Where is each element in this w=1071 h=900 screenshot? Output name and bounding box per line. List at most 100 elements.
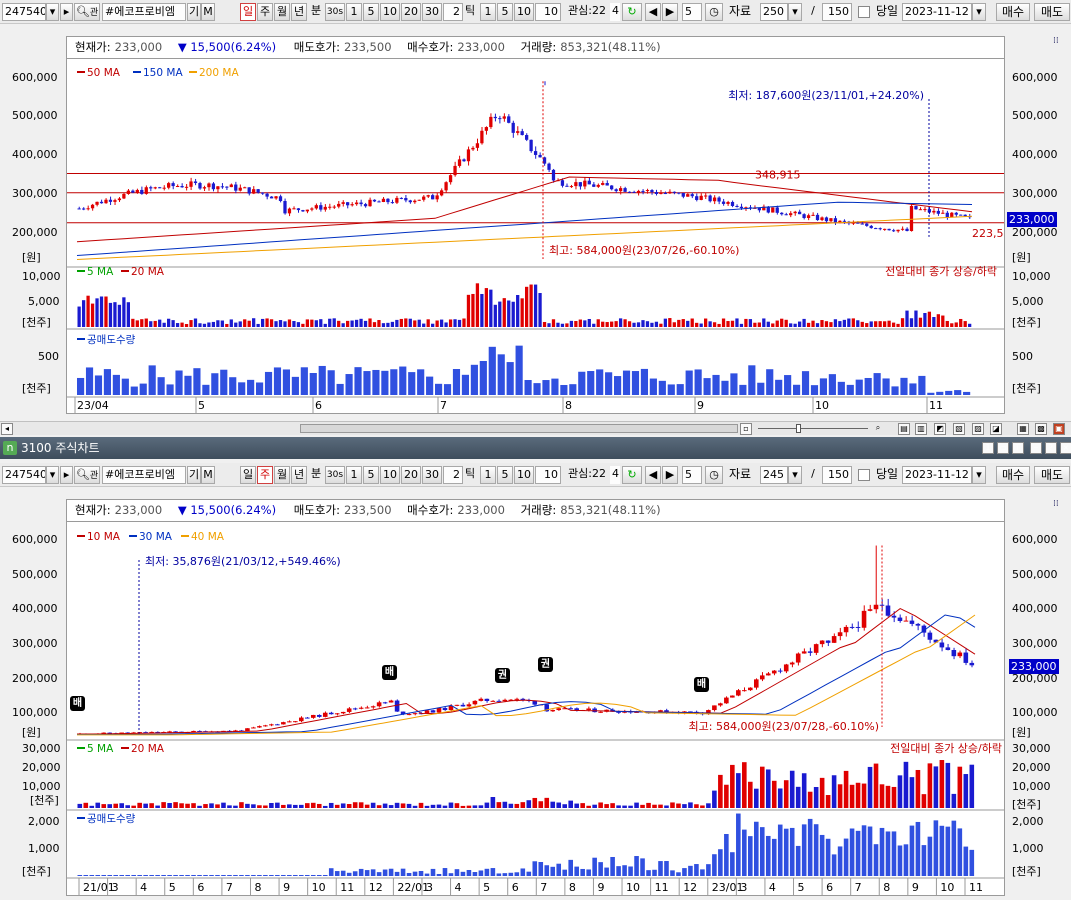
tick-10-button[interactable]: 10 bbox=[514, 3, 534, 21]
event-marker-2[interactable]: 배 bbox=[382, 665, 397, 680]
tool-icon-2[interactable]: ▥ bbox=[915, 423, 927, 435]
next-stock-icon[interactable]: ▸ bbox=[60, 3, 73, 21]
tool-icon-3[interactable]: ◩ bbox=[934, 423, 946, 435]
sell-button-2[interactable]: 매도 bbox=[1034, 466, 1070, 484]
search-icon[interactable]: 🔍︎관 bbox=[74, 3, 100, 21]
tick-custom-input[interactable]: 10 bbox=[535, 3, 561, 21]
tool-icon-1[interactable]: ▤ bbox=[898, 423, 910, 435]
stock-code-input-2[interactable]: 247540 bbox=[2, 466, 46, 484]
tick-1-button[interactable]: 1 bbox=[480, 3, 496, 21]
scroll-thumb[interactable] bbox=[300, 424, 738, 433]
step-input[interactable]: 5 bbox=[682, 3, 702, 21]
tick-1-button-2[interactable]: 1 bbox=[480, 466, 496, 484]
scroll-right-icon[interactable]: ▫ bbox=[740, 423, 752, 435]
prev-arrow-icon[interactable]: ◀ bbox=[645, 3, 661, 21]
stock-code-input[interactable]: 247540 bbox=[2, 3, 46, 21]
minute-20-button-2[interactable]: 20 bbox=[401, 466, 421, 484]
m-button[interactable]: M bbox=[201, 3, 215, 21]
m-button-2[interactable]: M bbox=[201, 466, 215, 484]
tool-icon-4[interactable]: ▧ bbox=[953, 423, 965, 435]
next-arrow-icon-2[interactable]: ▶ bbox=[662, 466, 678, 484]
period-week-tab-2[interactable]: 주 bbox=[257, 466, 273, 484]
zoom-icon[interactable]: ⌕ bbox=[872, 423, 884, 435]
data-count-select[interactable]: 250 bbox=[760, 3, 788, 21]
window-minimize-icon[interactable]: – bbox=[1030, 442, 1042, 454]
minute-value-2[interactable]: 30s bbox=[325, 466, 345, 484]
tick-custom-input-2[interactable]: 10 bbox=[535, 466, 561, 484]
stock-code-dropdown-icon-2[interactable]: ▾ bbox=[46, 466, 59, 484]
period-year-tab-2[interactable]: 년 bbox=[291, 466, 307, 484]
zoom-slider[interactable] bbox=[758, 428, 868, 429]
step-input-2[interactable]: 5 bbox=[682, 466, 702, 484]
clock-icon[interactable]: ◷ bbox=[705, 3, 723, 21]
period-day-tab-2[interactable]: 일 bbox=[240, 466, 256, 484]
top-chart-area[interactable]: 현재가: 233,000 ▼ 15,500(6.24%) 매도호가: 233,500… bbox=[66, 36, 1005, 414]
clock-icon-2[interactable]: ◷ bbox=[705, 466, 723, 484]
minute-30-button-2[interactable]: 30 bbox=[422, 466, 442, 484]
period-day-tab[interactable]: 일 bbox=[240, 3, 256, 21]
next-arrow-icon[interactable]: ▶ bbox=[662, 3, 678, 21]
tick-5-button-2[interactable]: 5 bbox=[497, 466, 513, 484]
minute-10-button[interactable]: 10 bbox=[380, 3, 400, 21]
watchlist-num[interactable]: 4 bbox=[610, 3, 620, 21]
minute-20-button[interactable]: 20 bbox=[401, 3, 421, 21]
tick-input-2[interactable]: 2 bbox=[443, 466, 463, 484]
ki-button-2[interactable]: 기 bbox=[187, 466, 201, 484]
zoom-slider-handle[interactable] bbox=[796, 424, 801, 433]
tool-icon-5[interactable]: ▨ bbox=[972, 423, 984, 435]
same-day-checkbox[interactable] bbox=[858, 6, 870, 18]
search-icon-2[interactable]: 🔍︎관 bbox=[74, 466, 100, 484]
event-marker-3[interactable]: 권 bbox=[495, 668, 510, 683]
total-input[interactable]: 150 bbox=[822, 3, 852, 21]
next-stock-icon-2[interactable]: ▸ bbox=[60, 466, 73, 484]
buy-button[interactable]: 매수 bbox=[996, 3, 1030, 21]
bottom-chart-area[interactable]: 현재가: 233,000 ▼ 15,500(6.24%) 매도호가: 233,500… bbox=[66, 499, 1005, 896]
date-dropdown-icon[interactable]: ▾ bbox=[972, 3, 986, 21]
period-week-tab[interactable]: 주 bbox=[257, 3, 273, 21]
minute-5-button[interactable]: 5 bbox=[363, 3, 379, 21]
tool-icon-9[interactable]: ▣ bbox=[1053, 423, 1065, 435]
bottom-settings-icon[interactable]: ⁞⁞ bbox=[1053, 499, 1059, 509]
window-link-icon[interactable]: ⊤ bbox=[1012, 442, 1024, 454]
event-marker-1[interactable]: 배 bbox=[70, 696, 85, 711]
sell-button[interactable]: 매도 bbox=[1034, 3, 1070, 21]
refresh-icon-2[interactable]: ↻ bbox=[622, 466, 642, 484]
scroll-left-icon[interactable]: ◂ bbox=[1, 423, 13, 435]
stock-code-dropdown-icon[interactable]: ▾ bbox=[46, 3, 59, 21]
period-month-tab[interactable]: 월 bbox=[274, 3, 290, 21]
total-input-2[interactable]: 150 bbox=[822, 466, 852, 484]
date-dropdown-icon-2[interactable]: ▾ bbox=[972, 466, 986, 484]
tick-input[interactable]: 2 bbox=[443, 3, 463, 21]
prev-arrow-icon-2[interactable]: ◀ bbox=[645, 466, 661, 484]
data-count-dropdown-icon[interactable]: ▾ bbox=[788, 3, 802, 21]
event-marker-5[interactable]: 배 bbox=[694, 677, 709, 692]
period-month-tab-2[interactable]: 월 bbox=[274, 466, 290, 484]
tool-icon-6[interactable]: ◪ bbox=[990, 423, 1002, 435]
date-input-2[interactable]: 2023-11-12 bbox=[902, 466, 972, 484]
data-count-select-2[interactable]: 245 bbox=[760, 466, 788, 484]
minute-10-button-2[interactable]: 10 bbox=[380, 466, 400, 484]
refresh-icon[interactable]: ↻ bbox=[622, 3, 642, 21]
minute-1-button[interactable]: 1 bbox=[346, 3, 362, 21]
tool-icon-8[interactable]: ▩ bbox=[1035, 423, 1047, 435]
ki-button[interactable]: 기 bbox=[187, 3, 201, 21]
watchlist-num-2[interactable]: 4 bbox=[610, 466, 620, 484]
window-num-icon[interactable]: 1 bbox=[982, 442, 994, 454]
window-help-icon[interactable]: ? bbox=[1045, 442, 1057, 454]
tick-10-button-2[interactable]: 10 bbox=[514, 466, 534, 484]
top-settings-icon[interactable]: ⁞⁞ bbox=[1053, 36, 1059, 46]
tool-icon-7[interactable]: ▦ bbox=[1017, 423, 1029, 435]
event-marker-4[interactable]: 권 bbox=[538, 657, 553, 672]
buy-button-2[interactable]: 매수 bbox=[996, 466, 1030, 484]
window-close-icon[interactable]: × bbox=[1060, 442, 1071, 454]
same-day-checkbox-2[interactable] bbox=[858, 469, 870, 481]
window-titlebar[interactable]: n 3100 주식차트 1 ▭ ⊤ – ? × bbox=[0, 437, 1071, 459]
tick-5-button[interactable]: 5 bbox=[497, 3, 513, 21]
minute-1-button-2[interactable]: 1 bbox=[346, 466, 362, 484]
window-doc-icon[interactable]: ▭ bbox=[997, 442, 1009, 454]
period-year-tab[interactable]: 년 bbox=[291, 3, 307, 21]
minute-value[interactable]: 30s bbox=[325, 3, 345, 21]
minute-30-button[interactable]: 30 bbox=[422, 3, 442, 21]
top-scrollbar[interactable]: ◂ ▫ ⌕ ▤ ▥ ◩ ▧ ▨ ◪ ▦ ▩ ▣ bbox=[0, 421, 1071, 435]
date-input[interactable]: 2023-11-12 bbox=[902, 3, 972, 21]
